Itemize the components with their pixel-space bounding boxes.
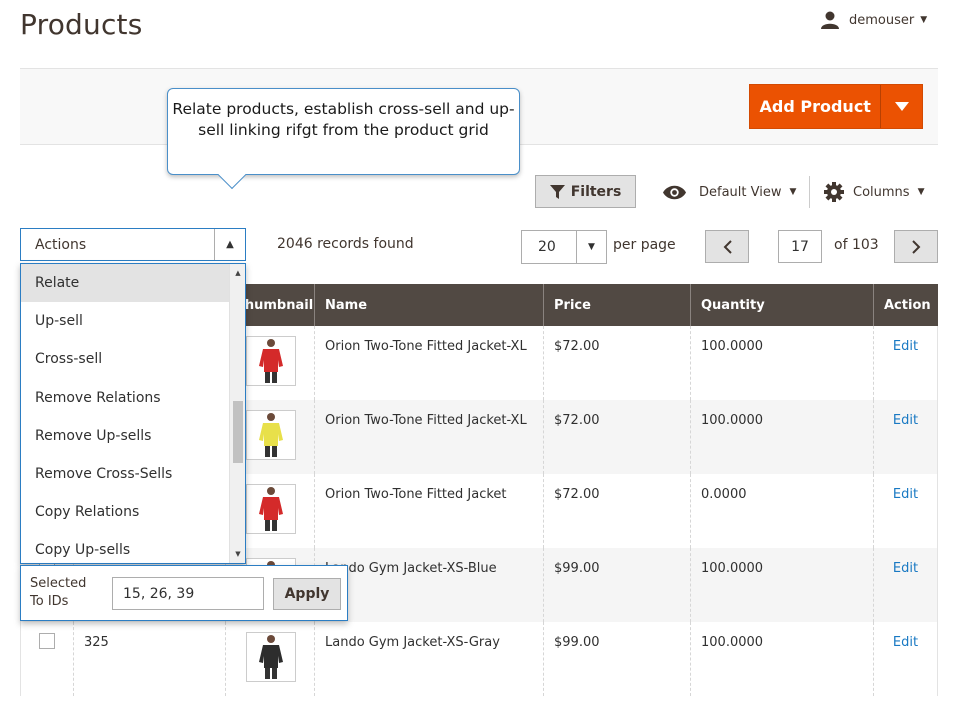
action-cell: Edit bbox=[873, 326, 938, 400]
per-page-value: 20 bbox=[538, 239, 556, 255]
quantity-cell: 100.0000 bbox=[690, 400, 873, 474]
columns-label: Columns bbox=[853, 184, 910, 200]
header-price[interactable]: Price bbox=[543, 284, 690, 326]
tooltip-text: Relate products, establish cross-sell an… bbox=[172, 100, 515, 139]
actions-menu-item[interactable]: Remove Relations bbox=[21, 379, 229, 417]
gear-icon bbox=[824, 182, 844, 202]
user-icon bbox=[821, 11, 839, 29]
caret-down-icon: ▼ bbox=[917, 187, 925, 197]
user-menu[interactable]: demouser ▼ bbox=[820, 9, 927, 31]
price-cell: $99.00 bbox=[543, 548, 690, 622]
actions-menu-item[interactable]: Copy Relations bbox=[21, 493, 229, 531]
name-cell: Lando Gym Jacket-XS-Blue bbox=[314, 548, 543, 622]
caret-up-icon[interactable]: ▲ bbox=[214, 229, 245, 260]
header-quantity[interactable]: Quantity bbox=[690, 284, 873, 326]
add-product-split-toggle[interactable] bbox=[880, 85, 922, 128]
page-title: Products bbox=[20, 8, 143, 41]
quantity-cell: 100.0000 bbox=[690, 326, 873, 400]
actions-menu-item[interactable]: Relate bbox=[21, 264, 229, 303]
edit-link[interactable]: Edit bbox=[893, 561, 918, 576]
add-product-label: Add Product bbox=[759, 97, 871, 116]
records-count: 2046 records found bbox=[277, 236, 414, 252]
name-cell: Orion Two-Tone Fitted Jacket bbox=[314, 474, 543, 548]
selected-ids-label: Selected To IDs bbox=[30, 576, 87, 609]
caret-down-icon[interactable]: ▼ bbox=[576, 231, 606, 263]
eye-icon bbox=[663, 185, 686, 199]
action-cell: Edit bbox=[873, 400, 938, 474]
actions-menu-item[interactable]: Remove Cross-Sells bbox=[21, 455, 229, 493]
edit-link[interactable]: Edit bbox=[893, 413, 918, 428]
actions-menu-item[interactable]: Copy Up-sells bbox=[21, 531, 229, 563]
name-cell: Orion Two-Tone Fitted Jacket-XL bbox=[314, 400, 543, 474]
name-cell: Orion Two-Tone Fitted Jacket-XL bbox=[314, 326, 543, 400]
action-cell: Edit bbox=[873, 548, 938, 622]
price-cell: $72.00 bbox=[543, 474, 690, 548]
columns-control[interactable]: Columns ▼ bbox=[824, 180, 924, 204]
actions-menu-list: Relate Up-sell Cross-sell Remove Relations R… bbox=[21, 264, 245, 563]
name-cell: Lando Gym Jacket-XS-Gray bbox=[314, 622, 543, 696]
caret-down-icon bbox=[894, 102, 909, 111]
add-product-button[interactable]: Add Product bbox=[749, 84, 923, 129]
user-name: demouser bbox=[849, 12, 915, 28]
actions-menu-item[interactable]: Cross-sell bbox=[21, 340, 229, 378]
row-select-cell bbox=[20, 622, 73, 696]
scroll-down-icon[interactable]: ▼ bbox=[230, 547, 245, 561]
price-cell: $72.00 bbox=[543, 400, 690, 474]
edit-link[interactable]: Edit bbox=[893, 339, 918, 354]
actions-menu-item[interactable]: Up-sell bbox=[21, 302, 229, 340]
per-page-label: per page bbox=[613, 237, 676, 253]
product-thumbnail-image bbox=[259, 339, 283, 383]
selected-ids-input[interactable]: 15, 26, 39 bbox=[112, 577, 264, 610]
current-page-input[interactable]: 17 bbox=[778, 230, 822, 263]
product-thumbnail-image bbox=[259, 487, 283, 531]
scroll-up-icon[interactable]: ▲ bbox=[230, 266, 245, 280]
product-thumbnail[interactable] bbox=[246, 336, 296, 386]
price-cell: $99.00 bbox=[543, 622, 690, 696]
caret-down-icon: ▼ bbox=[920, 15, 928, 25]
total-pages-label: of 103 bbox=[834, 237, 879, 253]
product-thumbnail[interactable] bbox=[246, 484, 296, 534]
scrollbar-thumb[interactable] bbox=[233, 401, 243, 463]
apply-button[interactable]: Apply bbox=[273, 578, 341, 610]
help-tooltip: Relate products, establish cross-sell an… bbox=[167, 88, 520, 190]
actions-menu-scrollbar[interactable]: ▲ ▼ bbox=[229, 264, 245, 563]
tooltip-arrow bbox=[217, 160, 247, 190]
caret-down-icon: ▼ bbox=[789, 187, 797, 197]
previous-page-button[interactable] bbox=[705, 230, 749, 263]
edit-link[interactable]: Edit bbox=[893, 487, 918, 502]
quantity-cell: 0.0000 bbox=[690, 474, 873, 548]
toolbar-divider bbox=[809, 176, 810, 208]
action-cell: Edit bbox=[873, 474, 938, 548]
product-thumbnail-image bbox=[259, 635, 283, 679]
selected-ids-panel: Selected To IDs 15, 26, 39 Apply bbox=[20, 565, 348, 621]
header-name[interactable]: Name bbox=[314, 284, 543, 326]
chevron-left-icon bbox=[723, 239, 732, 254]
action-cell: Edit bbox=[873, 622, 938, 696]
product-thumbnail[interactable] bbox=[246, 410, 296, 460]
quantity-cell: 100.0000 bbox=[690, 548, 873, 622]
table-row[interactable]: 325 Lando Gym Jacket-XS-Gray $99.00 100.000… bbox=[20, 622, 938, 696]
header-action: Action bbox=[873, 284, 938, 326]
quantity-cell: 100.0000 bbox=[690, 622, 873, 696]
view-switcher[interactable]: Default View ▼ bbox=[662, 180, 796, 204]
chevron-right-icon bbox=[911, 239, 920, 254]
price-cell: $72.00 bbox=[543, 326, 690, 400]
funnel-icon bbox=[549, 184, 565, 199]
product-thumbnail[interactable] bbox=[246, 632, 296, 682]
id-cell: 325 bbox=[73, 622, 225, 696]
actions-label: Actions bbox=[35, 236, 87, 253]
filters-label: Filters bbox=[570, 183, 622, 200]
edit-link[interactable]: Edit bbox=[893, 635, 918, 650]
view-label: Default View bbox=[699, 184, 782, 200]
next-page-button[interactable] bbox=[894, 230, 938, 263]
product-thumbnail-image bbox=[259, 413, 283, 457]
actions-menu-item[interactable]: Remove Up-sells bbox=[21, 417, 229, 455]
actions-dropdown[interactable]: Actions ▲ bbox=[20, 228, 246, 261]
per-page-select[interactable]: 20 ▼ bbox=[521, 230, 607, 264]
thumbnail-cell bbox=[225, 622, 314, 696]
filters-button[interactable]: Filters bbox=[535, 175, 636, 208]
actions-menu: Relate Up-sell Cross-sell Remove Relations R… bbox=[20, 263, 246, 564]
row-checkbox[interactable] bbox=[39, 633, 55, 649]
